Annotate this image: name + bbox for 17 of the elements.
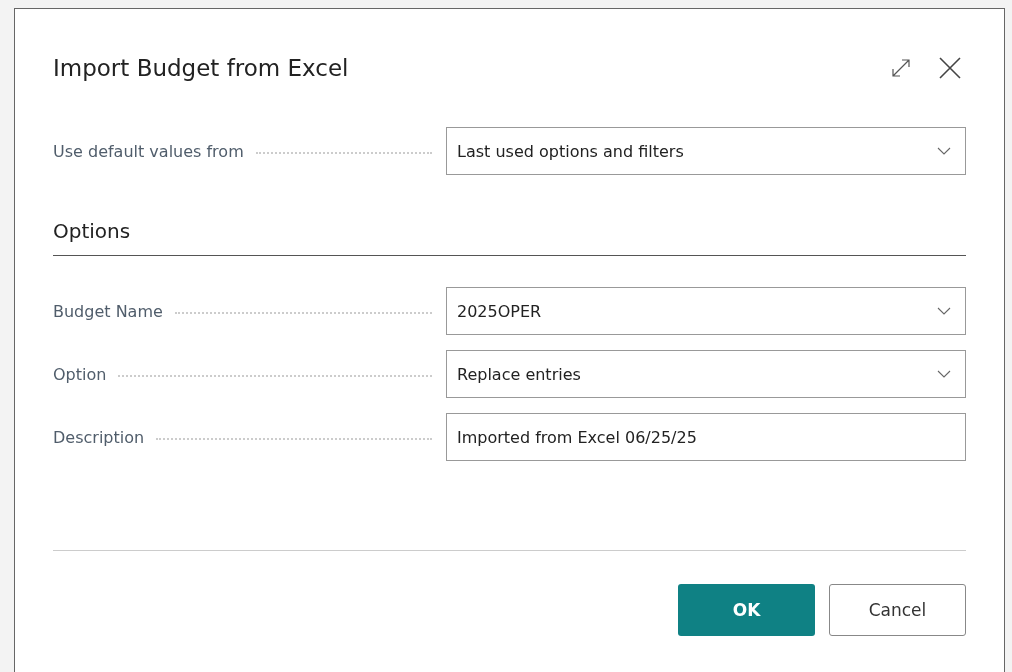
input-field[interactable]: Imported from Excel 06/25/25 xyxy=(446,413,966,461)
dropdown-field[interactable]: Replace entries xyxy=(446,350,966,398)
chevron-down-icon xyxy=(937,307,951,315)
chevron-down-icon xyxy=(937,370,951,378)
field-label: Budget Name xyxy=(53,301,163,321)
cancel-button[interactable]: Cancel xyxy=(829,584,966,636)
dropdown-field[interactable]: 2025OPER xyxy=(446,287,966,335)
dropdown-field[interactable]: Last used options and filters xyxy=(446,127,966,175)
field-label: Use default values from xyxy=(53,141,244,161)
ok-button[interactable]: OK xyxy=(678,584,815,636)
expand-icon[interactable] xyxy=(890,57,912,79)
field-label: Option xyxy=(53,364,107,384)
chevron-down-icon xyxy=(937,147,951,155)
field-label: Description xyxy=(53,427,145,447)
close-icon[interactable] xyxy=(938,56,962,80)
dialog-title: Import Budget from Excel xyxy=(53,55,349,81)
section-heading: Options xyxy=(53,219,132,243)
